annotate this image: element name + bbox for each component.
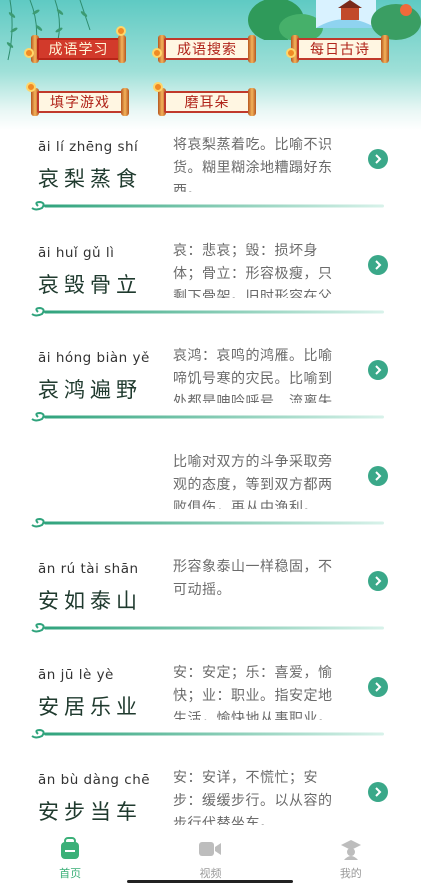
idiom-pinyin: ān bù dàng chē (38, 772, 151, 788)
flower-icon (116, 26, 126, 36)
menu-button-idiom-search[interactable]: 成语搜索 (158, 34, 256, 64)
chevron-right-icon[interactable] (368, 254, 388, 275)
brush-divider (31, 517, 384, 527)
chevron-right-icon[interactable] (368, 360, 388, 380)
idiom-list-item[interactable]: ān rú tài shān 安如泰山 形容象泰山一样稳固，不可动摇。 (0, 550, 421, 656)
bottom-tab-bar: 首页 视频 我的 (0, 828, 421, 883)
brush-divider (31, 728, 384, 738)
home-bag-icon (57, 836, 83, 862)
idiom-word: 哀毁骨立 (38, 272, 142, 297)
flower-icon (286, 48, 296, 58)
menu-button-daily-poem[interactable]: 每日古诗 (291, 34, 389, 64)
menu-button-ear-training[interactable]: 磨耳朵 (158, 87, 256, 117)
flower-icon (26, 82, 36, 92)
idiom-list-item[interactable]: ān jū lè yè 安居乐业 安：安定；乐：喜爱，愉快；业：职业。指安定地生… (0, 656, 421, 762)
idiom-description: 形容象泰山一样稳固，不可动摇。 (173, 559, 333, 598)
idiom-description: 安：安定；乐：喜爱，愉快；业：职业。指安定地生活，愉快地从事职业。 (173, 664, 333, 720)
idiom-pinyin: ān jū lè yè (38, 666, 114, 683)
idiom-list-item[interactable]: āi hóng biàn yě 哀鸿遍野 哀鸿：哀鸣的鸿雁。比喻啼饥号寒的灾民。… (0, 339, 421, 445)
idiom-description: 安：安详，不慌忙；安步：缓缓步行。以从容的步行代替坐车。 (173, 770, 333, 825)
tab-home-label: 首页 (59, 867, 82, 880)
chevron-right-icon[interactable] (368, 465, 388, 486)
idiom-list-item[interactable]: āi huǐ gǔ lì 哀毁骨立 哀：悲哀；毁：损坏身体；骨立：形容极瘦，只剩… (0, 234, 421, 340)
menu-button-fill-word-game[interactable]: 填字游戏 (31, 87, 129, 117)
header-banner: 成语学习 成语搜索 每日古诗 填字游戏 磨耳朵 (0, 0, 421, 130)
tab-home[interactable]: 首页 (0, 828, 140, 883)
brush-divider (31, 200, 384, 211)
idiom-list-item[interactable]: 比喻对双方的斗争采取旁观的态度，等到双方都两败俱伤，再从中渔利。 (0, 445, 421, 551)
idiom-list-item[interactable]: āi lí zhēng shí 哀梨蒸食 将哀梨蒸着吃。比喻不识货。糊里糊涂地糟… (0, 128, 421, 234)
flower-icon (24, 48, 34, 58)
idiom-word: 哀鸿遍野 (38, 378, 142, 402)
idiom-word: 安步当车 (38, 800, 142, 824)
idiom-description: 哀：悲哀；毁：损坏身体；骨立：形容极瘦，只剩下骨架。旧时形容在父母丧中因过度悲伤… (173, 242, 333, 298)
idiom-description: 哀鸿：哀鸣的鸿雁。比喻啼饥号寒的灾民。比喻到处都是呻吟呼号、流离失所的灾民。 (173, 348, 333, 403)
chevron-right-icon[interactable] (368, 782, 388, 802)
tab-video[interactable]: 视频 (140, 828, 280, 883)
idiom-description: 比喻对双方的斗争采取旁观的态度，等到双方都两败俱伤，再从中渔利。 (173, 453, 333, 509)
video-camera-icon (197, 836, 223, 862)
flower-icon (153, 82, 163, 92)
chevron-right-icon[interactable] (368, 676, 388, 697)
graduate-cap-icon (338, 836, 364, 862)
tab-mine-label: 我的 (339, 867, 362, 880)
idiom-word: 哀梨蒸食 (38, 167, 142, 191)
brush-divider (31, 306, 384, 316)
brush-divider (31, 622, 384, 633)
brush-divider (31, 411, 384, 422)
flower-icon (152, 48, 162, 58)
tab-mine[interactable]: 我的 (281, 828, 421, 883)
idiom-pinyin: āi hóng biàn yě (38, 350, 150, 366)
idiom-list: āi lí zhēng shí 哀梨蒸食 将哀梨蒸着吃。比喻不识货。糊里糊涂地糟… (0, 128, 421, 867)
idiom-description: 将哀梨蒸着吃。比喻不识货。糊里糊涂地糟蹋好东西。 (173, 137, 333, 192)
chevron-right-icon[interactable] (368, 571, 388, 591)
idiom-word: 安如泰山 (38, 589, 142, 613)
chevron-right-icon[interactable] (368, 149, 388, 169)
tab-video-label: 视频 (199, 867, 222, 880)
menu-button-idiom-study[interactable]: 成语学习 (31, 34, 126, 64)
idiom-pinyin: āi lí zhēng shí (38, 139, 139, 155)
idiom-word: 安居乐业 (38, 694, 142, 719)
idiom-pinyin: āi huǐ gǔ lì (38, 244, 115, 261)
idiom-pinyin: ān rú tài shān (38, 561, 139, 577)
